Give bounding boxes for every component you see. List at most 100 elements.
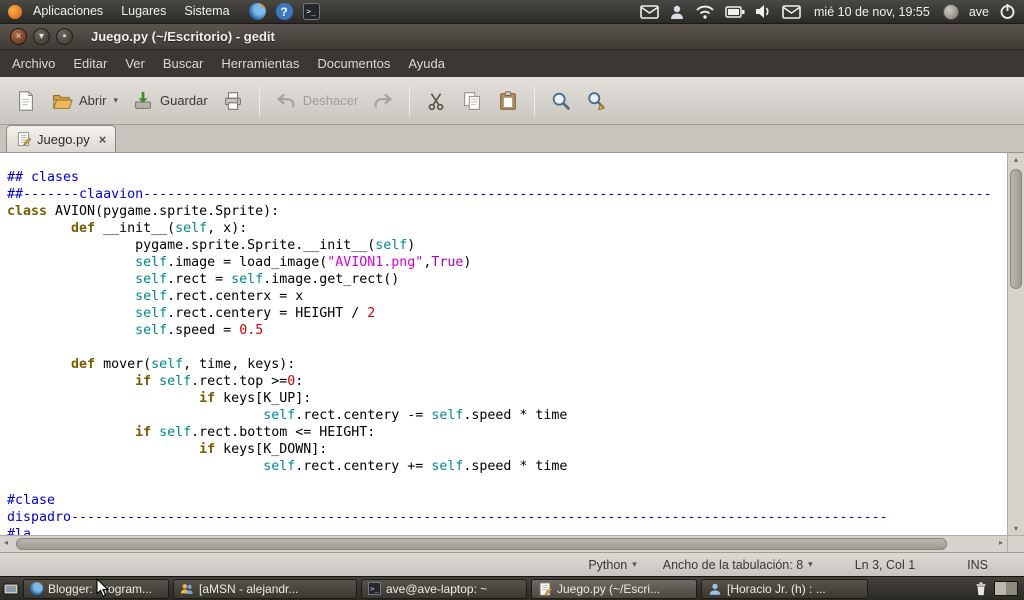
paste-icon [500, 90, 517, 110]
cursor-position: Ln 3, Col 1 [854, 557, 916, 572]
vertical-scrollbar-thumb[interactable] [1010, 169, 1022, 289]
window-minimize-button[interactable]: ▾ [33, 28, 50, 45]
open-button[interactable]: Abrir ▾ [44, 85, 125, 117]
cut-button[interactable] [418, 85, 454, 117]
clock[interactable]: mié 10 de nov, 19:55 [811, 5, 933, 19]
taskbar-item-terminal[interactable]: >_ ave@ave-laptop: ~ [361, 578, 527, 599]
workspace-switcher[interactable] [994, 581, 1018, 596]
editor: ## clases ##-------claavion--------------… [0, 153, 1024, 552]
terminal-launcher-icon[interactable]: >_ [302, 3, 320, 20]
tab-juego-py[interactable]: Juego.py × [6, 125, 117, 152]
taskbar-item-label: [Horacio Jr. (h) : ... [727, 581, 826, 596]
scroll-left-icon[interactable]: ◂ [4, 538, 8, 547]
chevron-down-icon: ▾ [808, 559, 813, 569]
menu-ver[interactable]: Ver [116, 50, 154, 77]
menu-documentos[interactable]: Documentos [308, 50, 399, 77]
chevron-down-icon: ▾ [632, 559, 637, 569]
taskbar-item-label: [aMSN - alejandr... [199, 581, 299, 596]
panel-left: Aplicaciones Lugares Sistema ? >_ [0, 0, 320, 23]
language-selector[interactable]: Python ▾ [582, 556, 642, 574]
code-line: self.rect.centery -= self.speed * time [263, 408, 568, 423]
open-folder-icon [53, 94, 73, 109]
menu-lugares[interactable]: Lugares [112, 0, 175, 23]
mail-icon[interactable] [640, 4, 659, 19]
menu-herramientas[interactable]: Herramientas [212, 50, 308, 77]
trash-icon[interactable] [974, 581, 988, 597]
firefox-icon [30, 582, 43, 595]
amsn-icon [180, 583, 193, 594]
scroll-down-icon[interactable]: ▾ [1008, 524, 1024, 533]
workspace-2[interactable] [1006, 582, 1017, 595]
undo-button[interactable]: Deshacer [268, 85, 366, 117]
taskbar-item-label: Juego.py (~/Escri... [557, 581, 661, 596]
menubar: Archivo Editar Ver Buscar Herramientas D… [0, 50, 1024, 77]
volume-icon[interactable] [755, 4, 772, 19]
taskbar-item-amsn[interactable]: [aMSN - alejandr... [173, 578, 357, 599]
menu-archivo[interactable]: Archivo [3, 50, 64, 77]
search-button[interactable] [543, 85, 579, 117]
toolbar-separator [534, 85, 536, 116]
paste-button[interactable] [490, 85, 526, 117]
wifi-icon[interactable] [695, 4, 715, 19]
help-launcher-icon[interactable]: ? [275, 3, 293, 20]
taskbar-item-horacio[interactable]: [Horacio Jr. (h) : ... [701, 578, 868, 599]
power-icon[interactable] [999, 3, 1016, 20]
tab-close-icon[interactable]: × [99, 133, 107, 146]
show-desktop-icon[interactable] [3, 581, 19, 597]
cut-icon [428, 92, 444, 110]
workspace-1[interactable] [995, 582, 1006, 595]
menu-editar[interactable]: Editar [64, 50, 116, 77]
vertical-scrollbar[interactable]: ▴ ▾ [1007, 153, 1024, 535]
new-document-button[interactable] [8, 85, 44, 117]
code-area[interactable]: ## clases ##-------claavion--------------… [0, 153, 1007, 535]
titlebar[interactable]: × ▾ ▪ Juego.py (~/Escritorio) - gedit [0, 24, 1024, 50]
taskbar-item-gedit[interactable]: Juego.py (~/Escri... [531, 578, 697, 599]
search-icon [553, 92, 571, 110]
open-dropdown-arrow-icon[interactable]: ▾ [113, 95, 118, 106]
toolbar: Abrir ▾ Guardar Deshacer [0, 77, 1024, 125]
menu-aplicaciones[interactable]: Aplicaciones [24, 0, 112, 23]
code-line: def __init__(self, x): [71, 221, 248, 236]
redo-button[interactable] [365, 85, 401, 117]
code-line: ##-------claavion-----------------------… [7, 187, 992, 202]
insert-mode-indicator: INS [967, 557, 988, 572]
code-line: if keys[K_DOWN]: [199, 442, 328, 457]
new-document-icon [19, 90, 33, 111]
code-line: #la [7, 527, 32, 535]
code-line: class AVION(pygame.sprite.Sprite): [7, 204, 280, 219]
user-status-icon[interactable] [669, 4, 685, 20]
tab-width-selector[interactable]: Ancho de la tabulación: 8 ▾ [657, 556, 819, 574]
taskbar-item-label: ave@ave-laptop: ~ [386, 581, 488, 596]
window-close-button[interactable]: × [10, 28, 27, 45]
gedit-file-icon [17, 131, 31, 147]
replace-button[interactable] [579, 85, 615, 117]
window-maximize-button[interactable]: ▪ [56, 28, 73, 45]
terminal-icon: >_ [368, 582, 381, 595]
code-line: def mover(self, time, keys): [71, 357, 296, 372]
messages-icon[interactable] [782, 4, 801, 19]
firefox-launcher-icon[interactable] [248, 3, 266, 20]
battery-icon[interactable] [725, 5, 745, 18]
code-line: if self.rect.top >=0: [135, 374, 304, 389]
code-line: self.rect.centery += self.speed * time [263, 459, 568, 474]
menu-buscar[interactable]: Buscar [154, 50, 212, 77]
search-replace-icon [588, 91, 606, 110]
horizontal-scrollbar[interactable]: ◂ ▸ [0, 535, 1007, 552]
scroll-right-icon[interactable]: ▸ [999, 538, 1003, 547]
menu-ayuda[interactable]: Ayuda [399, 50, 454, 77]
undo-icon [276, 93, 295, 107]
toolbar-separator [409, 85, 411, 116]
code-line: ## clases [7, 170, 80, 185]
username[interactable]: ave [969, 5, 989, 19]
scroll-up-icon[interactable]: ▴ [1008, 155, 1024, 164]
copy-button[interactable] [454, 85, 490, 117]
menu-sistema[interactable]: Sistema [175, 0, 238, 23]
save-button[interactable]: Guardar [125, 85, 215, 117]
code-line: pygame.sprite.Sprite.__init__(self) [7, 238, 416, 253]
print-button[interactable] [215, 85, 251, 117]
me-menu-icon[interactable] [942, 3, 959, 20]
ubuntu-logo-icon[interactable] [8, 4, 22, 19]
horizontal-scrollbar-thumb[interactable] [16, 538, 947, 550]
toolbar-separator [258, 85, 260, 116]
